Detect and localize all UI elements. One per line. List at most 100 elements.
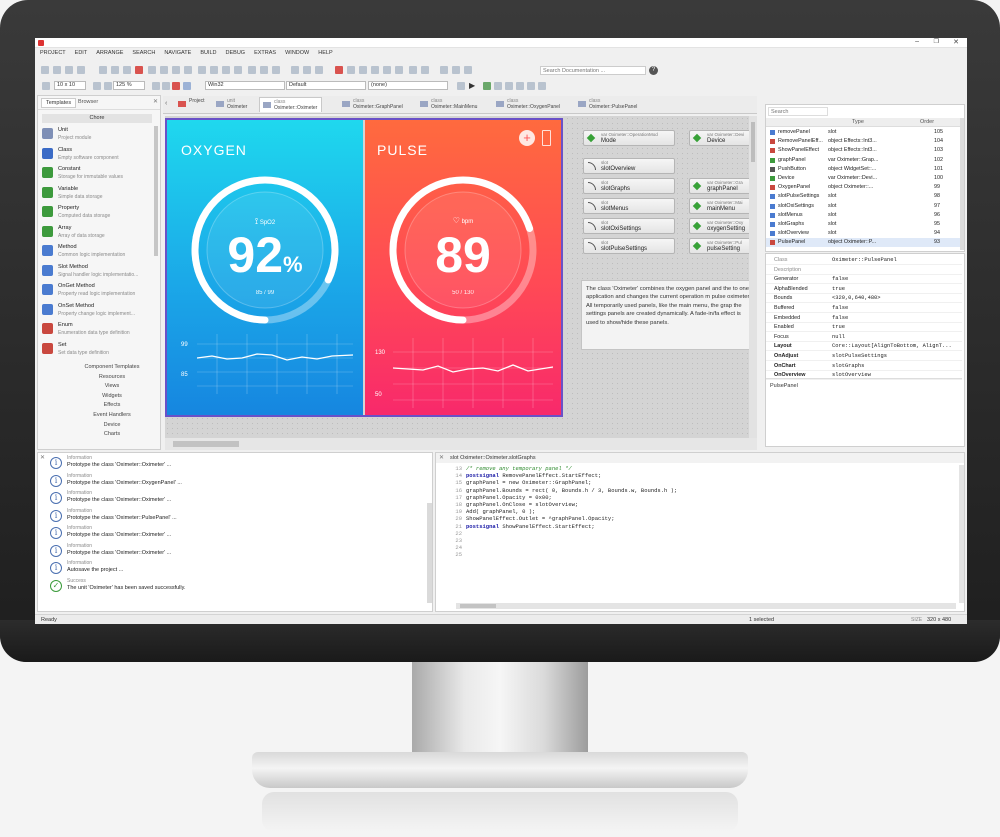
node-oxygensetting[interactable]: var Oximeter::Oxy oxygenSetting <box>689 218 753 234</box>
style-select[interactable]: (none) <box>368 81 448 90</box>
members-search-input[interactable] <box>768 107 828 116</box>
menu-edit[interactable]: EDIT <box>75 50 88 56</box>
grid-icon[interactable] <box>408 66 417 74</box>
member-row[interactable]: slotOxiSettings slot 97 <box>766 202 962 211</box>
member-row[interactable]: ShowPanelEffect object Effects::Int3... 10… <box>766 146 962 155</box>
log-entry[interactable]: i Information Prototype the class 'Oximete… <box>50 490 430 507</box>
detach-icon[interactable] <box>383 66 392 74</box>
menu-build[interactable]: BUILD <box>200 50 216 56</box>
grid-size-select[interactable]: 10 x 10 <box>54 81 86 90</box>
zoom-in-icon[interactable] <box>291 66 300 74</box>
pulse-panel[interactable]: PULSE + ♡ bpm 89 50 / 130 130 50 <box>365 120 561 415</box>
ungroup-icon[interactable] <box>210 66 219 74</box>
save-icon[interactable] <box>65 66 73 74</box>
brick-scrollbar[interactable] <box>154 126 158 256</box>
play-icon[interactable]: ▶ <box>469 81 475 90</box>
send-back-icon[interactable] <box>234 66 243 74</box>
brick-unit[interactable]: Unit Project module <box>38 126 158 145</box>
log-entry[interactable]: i Information Prototype the class 'Oximete… <box>50 525 430 542</box>
menu-arrange[interactable]: ARRANGE <box>96 50 123 56</box>
new-icon[interactable] <box>41 66 49 74</box>
run-icon[interactable] <box>483 82 491 90</box>
save-all-icon[interactable] <box>77 66 85 74</box>
member-row[interactable]: slotGraphs slot 95 <box>766 220 962 229</box>
menu-navigate[interactable]: NAVIGATE <box>164 50 191 56</box>
inspector-row[interactable]: Focus null <box>766 333 962 342</box>
inspector-row[interactable]: Description <box>766 266 962 275</box>
inspector-value[interactable]: Oximeter::PulsePanel <box>832 257 897 263</box>
member-row[interactable]: slotPulseSettings slot 98 <box>766 192 962 201</box>
log-entry[interactable]: i Information Prototype the class 'Oximete… <box>50 473 430 490</box>
brick-enum[interactable]: Enum Enumeration data type definition <box>38 321 158 340</box>
undo-icon[interactable] <box>148 66 157 74</box>
member-row[interactable]: PulsePanel object Oximeter::P... 93 <box>766 238 962 248</box>
inspector-row[interactable]: Bounds <320,0,640,480> <box>766 294 962 304</box>
tab-oximeter[interactable]: unit Oximeter <box>213 97 251 112</box>
member-row[interactable]: slotMenus slot 96 <box>766 211 962 220</box>
node-graphpanel[interactable]: var Oximeter::Gra graphPanel <box>689 178 753 194</box>
log-close-icon[interactable]: ✕ <box>40 454 45 461</box>
node-mainmenu[interactable]: var Oximeter::Mai mainMenu <box>689 198 753 214</box>
brick-onset-method[interactable]: OnSet Method Property change logic implem… <box>38 302 158 321</box>
zoom-select[interactable]: 125 % <box>113 81 145 90</box>
brick-slot-method[interactable]: Slot Method Signal handler logic implemen… <box>38 263 158 282</box>
tab-project[interactable]: Project <box>175 97 209 112</box>
snap-grid-icon[interactable] <box>93 82 101 90</box>
member-row[interactable]: OxygenPanel object Oximeter::... 99 <box>766 183 962 192</box>
node-pulsesetting[interactable]: var Oximeter::Pul pulseSetting <box>689 238 753 254</box>
inspector-row[interactable]: Layout Core::Layout[AlignToBottom, AlignT… <box>766 342 962 352</box>
menu-debug[interactable]: DEBUG <box>226 50 246 56</box>
redo-icon[interactable] <box>160 66 169 74</box>
code-vscrollbar[interactable] <box>959 465 964 603</box>
member-row[interactable]: PushButton object WidgetSet::... 101 <box>766 165 962 174</box>
column-type[interactable]: Type <box>852 119 864 125</box>
code-hscrollbar[interactable] <box>456 603 956 609</box>
member-row[interactable]: RemovePanelEff... object Effects::Int3...… <box>766 137 962 146</box>
inspector-row[interactable]: Buffered false <box>766 304 962 313</box>
profile-select[interactable]: Default <box>286 81 366 90</box>
tree-item[interactable]: Effects <box>66 401 158 411</box>
platform-select[interactable]: Win32 <box>205 81 285 90</box>
tab-templates[interactable]: Templates <box>41 98 77 108</box>
tab-oximeter-mainmenu[interactable]: class Oximeter::MainMenu <box>417 97 481 112</box>
composer-canvas[interactable]: OXYGEN ⟟ SpO2 92% 85 / 99 99 85 PULSE + … <box>165 116 757 450</box>
delete-icon[interactable] <box>134 66 143 74</box>
inspector-row[interactable]: AlphaBlended true <box>766 285 962 294</box>
zoom-out-icon[interactable] <box>303 66 312 74</box>
tab-oximeter-oximeter[interactable]: class Oximeter::Oximeter <box>259 97 323 112</box>
align-center-icon[interactable] <box>184 66 193 74</box>
section-header-chore[interactable]: Chore <box>42 114 152 123</box>
tab-browser[interactable]: Browser <box>78 99 98 105</box>
log-entry[interactable]: i Information Autosave the project ... <box>50 560 430 577</box>
align-icon[interactable] <box>172 66 181 74</box>
cut-icon[interactable] <box>98 66 107 74</box>
member-row[interactable]: graphPanel var Oximeter::Grap... 102 <box>766 156 962 165</box>
inspector-row[interactable]: Enabled true <box>766 323 962 333</box>
node-slotoverview[interactable]: slot slotOverview <box>583 158 675 174</box>
add-icon[interactable]: + <box>519 130 535 146</box>
open-icon[interactable] <box>53 66 61 74</box>
size-icon[interactable] <box>271 66 280 74</box>
member-row[interactable]: Device var Oximeter::Devi... 100 <box>766 174 962 183</box>
node-slotoxisettings[interactable]: slot slotOxiSettings <box>583 218 675 234</box>
tree-item[interactable]: Component Templates <box>66 363 158 373</box>
brick-set[interactable]: Set Set data type definition <box>38 341 158 360</box>
attach-icon[interactable] <box>371 66 380 74</box>
log-entry[interactable]: i Information Prototype the class 'Oximete… <box>50 508 430 525</box>
node-slotpulsesettings[interactable]: slot slotPulseSettings <box>583 238 675 254</box>
code-close-icon[interactable]: ✕ <box>439 454 444 461</box>
member-row[interactable]: slotOverview slot 94 <box>766 229 962 238</box>
node-slotgraphs[interactable]: slot slotGraphs <box>583 178 675 194</box>
back-icon[interactable]: ‹ <box>165 100 167 107</box>
step-icon[interactable] <box>457 82 465 90</box>
prototype-icon[interactable] <box>505 82 513 90</box>
bring-front-icon[interactable] <box>222 66 231 74</box>
menu-help[interactable]: HELP <box>318 50 332 56</box>
brick-array[interactable]: Array Array of data storage <box>38 224 158 243</box>
window-icon[interactable] <box>440 66 449 74</box>
brick-variable[interactable]: Variable Simple data storage <box>38 185 158 204</box>
oximeter-preview[interactable]: OXYGEN ⟟ SpO2 92% 85 / 99 99 85 PULSE + … <box>165 118 563 417</box>
node-device[interactable]: var Oximeter::Devi Device <box>689 130 753 146</box>
brick-onget-method[interactable]: OnGet Method Property read logic implemen… <box>38 282 158 301</box>
menu-extras[interactable]: EXTRAS <box>254 50 276 56</box>
